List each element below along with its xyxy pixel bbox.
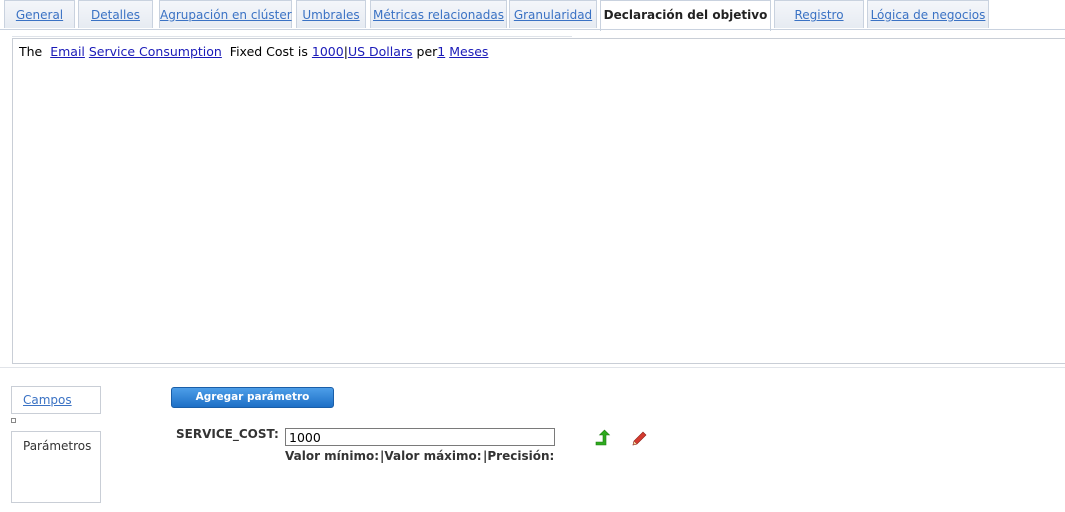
section-divider — [0, 367, 1065, 368]
tab-detalles[interactable]: Detalles — [78, 0, 153, 28]
statement-editor[interactable]: The Email Service Consumption Fixed Cost… — [12, 38, 1065, 364]
period-unit-link[interactable]: Meses — [449, 44, 488, 59]
add-parameter-button[interactable]: Agregar parámetro — [171, 387, 334, 408]
tab-granularidad[interactable]: Granularidad — [509, 0, 597, 28]
statement-per: per — [416, 44, 438, 59]
email-link[interactable]: Email — [50, 44, 85, 59]
tab-declaracion[interactable]: Declaración del objetivo — [600, 0, 771, 31]
editor-top-border — [12, 36, 572, 37]
currency-link[interactable]: US Dollars — [348, 44, 413, 59]
period-count-link[interactable]: 1 — [437, 44, 445, 59]
tab-umbrales[interactable]: Umbrales — [296, 0, 366, 28]
tab-general[interactable]: General — [4, 0, 75, 28]
tab-bar: General Detalles Agrupación en clúster U… — [0, 0, 1065, 31]
tab-logica[interactable]: Lógica de negocios — [867, 0, 989, 28]
tab-agrupacion[interactable]: Agrupación en clúster — [159, 0, 292, 28]
statement-the: The — [19, 44, 43, 59]
tab-divider — [0, 29, 1065, 30]
cost-value-link[interactable]: 1000 — [312, 44, 344, 59]
goal-statement: The Email Service Consumption Fixed Cost… — [19, 44, 488, 59]
parameter-name-label: SERVICE_COST: — [176, 427, 279, 441]
max-value-label: |Valor máximo: — [380, 449, 482, 463]
service-consumption-link[interactable]: Service Consumption — [89, 44, 222, 59]
side-tab-campos[interactable]: Campos — [11, 386, 101, 414]
pencil-icon[interactable] — [630, 430, 648, 448]
precision-label: |Precisión: — [483, 449, 555, 463]
min-value-label: Valor mínimo: — [285, 449, 380, 463]
side-tab-parametros[interactable]: Parámetros — [11, 431, 101, 503]
arrow-up-icon[interactable] — [594, 429, 612, 447]
tab-metricas[interactable]: Métricas relacionadas — [370, 0, 507, 28]
tab-registro[interactable]: Registro — [774, 0, 864, 28]
statement-fixed-cost: Fixed Cost is — [229, 44, 308, 59]
resize-handle[interactable] — [11, 418, 16, 423]
parameter-value-input[interactable] — [285, 428, 555, 446]
